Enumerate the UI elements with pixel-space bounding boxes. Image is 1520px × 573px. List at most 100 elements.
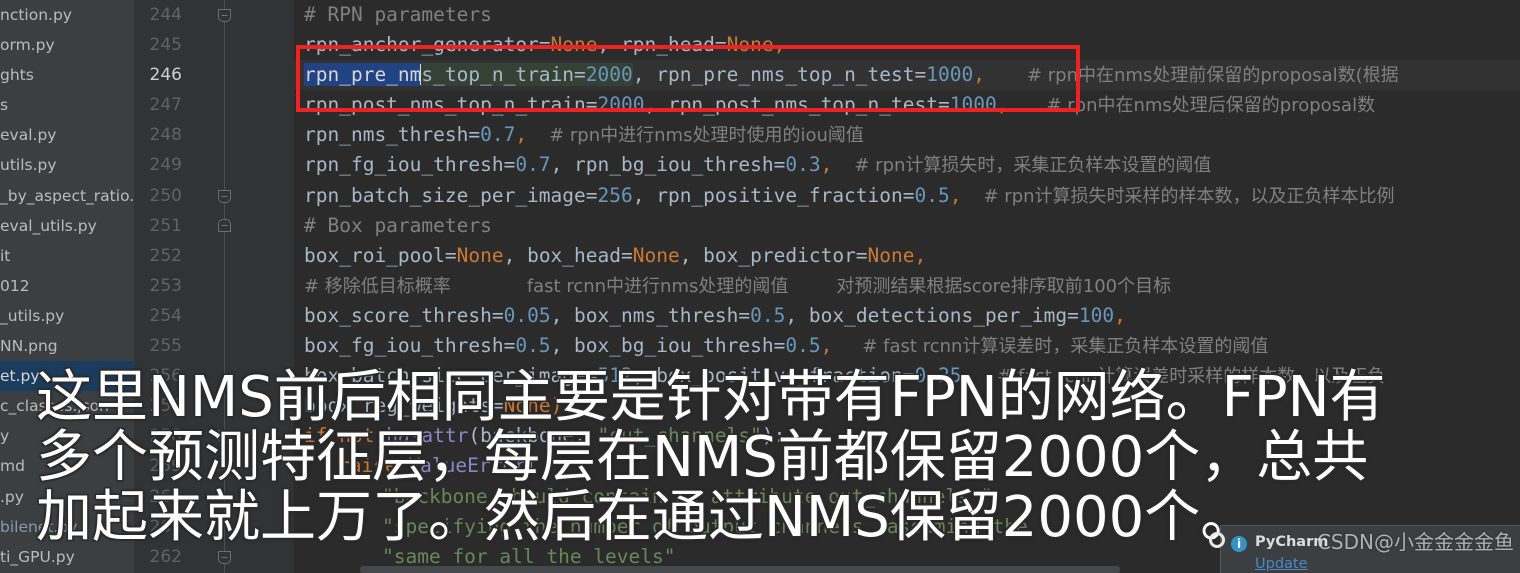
- line-number: 259: [149, 456, 182, 477]
- tree-item-label: utils.py: [0, 156, 57, 175]
- code-line[interactable]: rpn_anchor_generator=None, rpn_head=None…: [294, 30, 1520, 60]
- number-token: 2000: [585, 63, 633, 87]
- code-line[interactable]: rpn_post_nms_top_n_train=2000, rpn_post_…: [294, 90, 1520, 120]
- tree-item[interactable]: bilenet.py: [0, 512, 134, 542]
- comment-token: # rpn中进行nms处理时使用的iou阈值: [549, 125, 864, 147]
- gutter-row[interactable]: 257: [134, 391, 294, 421]
- code-line[interactable]: bbox_reg_weights=None):: [294, 391, 1520, 421]
- tree-item[interactable]: orm.py: [0, 30, 134, 60]
- line-number: 245: [149, 35, 182, 56]
- code-token: None: [550, 33, 598, 57]
- tree-item[interactable]: _utils.py: [0, 301, 134, 331]
- code-line[interactable]: rpn_batch_size_per_image=256, rpn_positi…: [294, 181, 1520, 211]
- tree-item-label: nction.py: [0, 6, 72, 24]
- tree-item[interactable]: .py: [0, 482, 134, 512]
- gutter-row[interactable]: 259: [134, 451, 294, 481]
- horizontal-scrollbar[interactable]: [360, 566, 1120, 573]
- line-number: 247: [149, 95, 182, 116]
- fold-expand-icon[interactable]: –: [218, 218, 231, 232]
- project-tree-panel[interactable]: nction.py orm.py ghts s eval.py utils.py…: [0, 0, 135, 573]
- fold-collapse-icon[interactable]: –: [218, 550, 231, 564]
- tree-item[interactable]: it: [0, 241, 134, 271]
- line-number: 249: [149, 155, 182, 176]
- gutter-row[interactable]: 255: [134, 331, 294, 361]
- line-number: 255: [149, 336, 182, 357]
- code-line[interactable]: raise ValueError(: [294, 451, 1520, 481]
- code-token: rpn_fg_iou_thresh=: [304, 153, 516, 177]
- gutter-row[interactable]: 260: [134, 482, 294, 512]
- number-token: 2000: [597, 93, 645, 117]
- tree-item-label: eval_utils.py: [0, 216, 97, 235]
- tree-item-selected[interactable]: et.py: [0, 361, 134, 392]
- code-line[interactable]: "backbone should contain an attribute ou…: [294, 482, 1520, 512]
- tree-item[interactable]: c_classes.json: [0, 391, 134, 421]
- code-token: bbox_reg_weights=: [304, 394, 504, 418]
- fold-collapse-icon[interactable]: –: [218, 189, 231, 203]
- code-editor[interactable]: # RPN parameters rpn_anchor_generator=No…: [294, 0, 1520, 573]
- code-token: rpn_post_nms_top_n_train=: [304, 93, 598, 117]
- code-line[interactable]: box_batch_size_per_image=512, box_positi…: [294, 361, 1520, 391]
- code-token: , box_detections_per_img=: [785, 303, 1079, 327]
- number-token: 0.7: [480, 123, 516, 147]
- code-line[interactable]: box_score_thresh=0.05, box_nms_thresh=0.…: [294, 301, 1520, 331]
- gutter-row[interactable]: 258 –: [134, 421, 294, 451]
- tree-item[interactable]: eval_utils.py: [0, 211, 134, 241]
- line-number: 261: [149, 516, 182, 537]
- comment-token: # rpn计算损失时采样的样本数，以及正负样本比例: [983, 185, 1395, 207]
- tree-item-label: bilenet.py: [0, 517, 78, 536]
- tree-item[interactable]: s: [0, 90, 134, 120]
- code-line[interactable]: if not hasattr(backbone, "out_channels")…: [294, 421, 1520, 451]
- number-token: 1000: [926, 63, 974, 87]
- code-token: , rpn_bg_iou_thresh=: [550, 153, 786, 177]
- fold-collapse-icon[interactable]: –: [218, 430, 231, 444]
- gutter-row[interactable]: 253: [134, 271, 294, 301]
- tree-item[interactable]: ti_GPU.py: [0, 542, 134, 572]
- gutter-row[interactable]: 247: [134, 90, 294, 120]
- gutter-row[interactable]: 252: [134, 241, 294, 271]
- code-token: box_roi_pool=: [304, 243, 457, 267]
- gutter-row-current[interactable]: 246: [134, 60, 294, 90]
- editor-gutter[interactable]: 244 – 245 246 247 248 249 250 – 251 – 252 2…: [134, 0, 294, 573]
- gutter-row[interactable]: 245: [134, 30, 294, 60]
- code-line[interactable]: # Box parameters: [294, 211, 1520, 241]
- tree-item[interactable]: eval.py: [0, 120, 134, 150]
- gear-icon[interactable]: [1209, 532, 1225, 548]
- tree-item-label: .py: [0, 487, 24, 506]
- string-token: "backbone should contain an attribute ou…: [382, 484, 993, 508]
- code-line-current[interactable]: rpn_pre_nms_top_n_train=2000, rpn_pre_nm…: [294, 60, 1520, 91]
- gutter-row[interactable]: 250 –: [134, 181, 294, 211]
- gutter-row[interactable]: 248: [134, 120, 294, 150]
- gutter-row[interactable]: 261: [134, 512, 294, 542]
- tree-item[interactable]: md: [0, 451, 134, 481]
- code-line[interactable]: rpn_nms_thresh=0.7, # rpn中进行nms处理时使用的iou阈…: [294, 120, 1520, 150]
- selected-text[interactable]: rpn_pre_nm: [304, 63, 422, 87]
- gutter-row[interactable]: 262 –: [134, 542, 294, 572]
- gutter-row[interactable]: 249: [134, 150, 294, 180]
- comment-token: # Box parameters: [304, 213, 492, 237]
- code-line[interactable]: # 移除低目标概率 fast rcnn中进行nms处理的阈值 对预测结果根据scor…: [294, 271, 1520, 301]
- number-token: 0.05: [503, 303, 551, 327]
- tree-item[interactable]: utils.py: [0, 150, 134, 180]
- number-token: 0.5: [785, 334, 821, 358]
- pycharm-notification-popup[interactable]: i PyCharm Update: [1209, 525, 1520, 573]
- tree-item[interactable]: nction.py: [0, 0, 134, 30]
- gutter-row[interactable]: 244 –: [134, 0, 294, 30]
- gutter-row[interactable]: 254: [134, 301, 294, 331]
- tree-item[interactable]: 012: [0, 271, 134, 301]
- code-line[interactable]: box_roi_pool=None, box_head=None, box_pr…: [294, 241, 1520, 271]
- update-link[interactable]: Update: [1255, 556, 1308, 572]
- code-token: s_top_n_train=: [421, 63, 586, 87]
- code-token: , rpn_pre_nms_top_n_test=: [632, 63, 927, 87]
- gutter-row[interactable]: 251 –: [134, 211, 294, 241]
- tree-item[interactable]: y: [0, 421, 134, 451]
- code-line[interactable]: box_fg_iou_thresh=0.5, box_bg_iou_thresh…: [294, 331, 1520, 361]
- code-line[interactable]: rpn_fg_iou_thresh=0.7, rpn_bg_iou_thresh…: [294, 150, 1520, 180]
- tree-item[interactable]: NN.png: [0, 331, 134, 361]
- fold-collapse-icon[interactable]: –: [218, 9, 231, 22]
- tree-item[interactable]: ghts: [0, 60, 134, 90]
- tree-item[interactable]: _by_aspect_ratio.py: [0, 181, 134, 211]
- gutter-row[interactable]: 256: [134, 361, 294, 391]
- code-token: , rpn_post_nms_top_n_test=: [644, 93, 950, 117]
- line-number: 248: [149, 125, 182, 146]
- code-line[interactable]: # RPN parameters: [294, 0, 1520, 30]
